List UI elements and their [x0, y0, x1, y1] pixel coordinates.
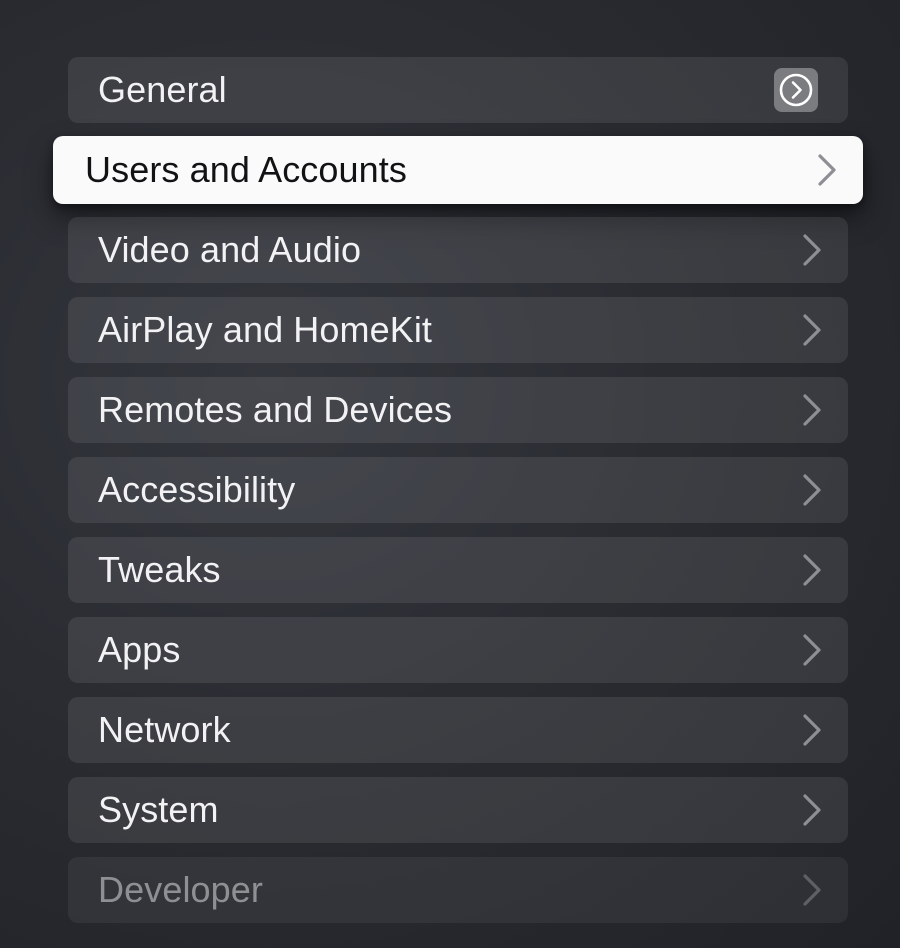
settings-item-label: AirPlay and HomeKit [98, 309, 433, 350]
settings-item-video-and-audio[interactable]: Video and Audio [68, 217, 848, 283]
settings-item-airplay-and-homekit[interactable]: AirPlay and HomeKit [68, 297, 848, 363]
chevron-right-icon [802, 793, 822, 827]
settings-item-label: Users and Accounts [85, 149, 407, 190]
chevron-right-icon [802, 873, 822, 907]
chevron-right-icon [817, 153, 837, 187]
settings-item-label: Accessibility [98, 469, 296, 510]
settings-item-label: Video and Audio [98, 229, 362, 270]
settings-item-label: General [98, 69, 227, 110]
settings-item-remotes-and-devices[interactable]: Remotes and Devices [68, 377, 848, 443]
settings-item-label: Developer [98, 869, 263, 910]
settings-menu: General Users and Accounts Video and Aud… [0, 0, 900, 948]
chevron-right-icon [802, 553, 822, 587]
settings-item-accessibility[interactable]: Accessibility [68, 457, 848, 523]
chevron-right-icon [802, 313, 822, 347]
settings-item-label: Remotes and Devices [98, 389, 453, 430]
settings-item-apps[interactable]: Apps [68, 617, 848, 683]
settings-item-users-and-accounts[interactable]: Users and Accounts [53, 136, 863, 204]
settings-item-developer[interactable]: Developer [68, 857, 848, 923]
chevron-right-icon [802, 233, 822, 267]
settings-item-label: Network [98, 709, 231, 750]
settings-item-tweaks[interactable]: Tweaks [68, 537, 848, 603]
chevron-right-icon [802, 393, 822, 427]
chevron-right-icon [802, 713, 822, 747]
settings-item-general[interactable]: General [68, 57, 848, 123]
circle-chevron-right-icon [774, 68, 818, 112]
settings-item-label: Apps [98, 629, 181, 670]
chevron-right-icon [802, 633, 822, 667]
settings-item-system[interactable]: System [68, 777, 848, 843]
settings-item-network[interactable]: Network [68, 697, 848, 763]
settings-item-label: Tweaks [98, 549, 221, 590]
chevron-right-icon [802, 473, 822, 507]
settings-item-label: System [98, 789, 219, 830]
